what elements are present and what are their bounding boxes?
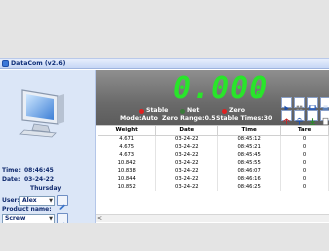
- product-select[interactable]: Screw ▼: [2, 214, 55, 223]
- edit-icon: [59, 204, 65, 210]
- mode-status: Mode:Auto: [120, 115, 158, 122]
- table-row[interactable]: 4.673 03-24-22 08:45:45 0: [98, 151, 329, 159]
- date-cell: 03-24-22: [155, 159, 219, 167]
- play-button[interactable]: [281, 97, 292, 112]
- table-row[interactable]: 4.671 03-24-22 08:45:12 0: [98, 135, 329, 143]
- time-cell: 08:45:55: [217, 159, 282, 167]
- table-row[interactable]: 4.675 03-24-22 08:45:21 0: [98, 143, 329, 151]
- date-cell: 03-24-22: [155, 143, 219, 151]
- time-cell: 08:46:07: [217, 167, 282, 175]
- user-select[interactable]: Alex ▼: [19, 196, 55, 206]
- time-cell: 08:45:45: [217, 151, 282, 159]
- left-panel: Time: 08:46:45 Date: 03-24-22 Thursday U…: [0, 70, 96, 223]
- weight-cell: 10.842: [98, 159, 157, 167]
- tare-cell: 0: [280, 143, 329, 151]
- weight-cell: 10.838: [98, 167, 157, 175]
- tare-button[interactable]: [294, 110, 305, 125]
- balance-button[interactable]: [281, 110, 292, 125]
- table-row[interactable]: 10.844 03-24-22 08:46:16 0: [98, 175, 329, 183]
- time-cell: 08:46:25: [217, 183, 282, 191]
- column-header-tare[interactable]: Tare: [280, 126, 329, 136]
- weekday-value: Thursday: [30, 185, 62, 192]
- weight-cell: 10.852: [98, 183, 157, 191]
- zero-range-status: Zero Range:0.5: [162, 115, 216, 122]
- column-header-time[interactable]: Time: [217, 126, 282, 136]
- date-cell: 03-24-22: [155, 135, 219, 143]
- user-select-value: Alex: [22, 197, 37, 204]
- tare-cell: 0: [280, 151, 329, 159]
- product-select-value: Screw: [5, 215, 26, 222]
- date-cell: 03-24-22: [155, 175, 219, 183]
- save-button[interactable]: [307, 97, 318, 112]
- tare-cell: 0: [280, 183, 329, 191]
- user-edit-button[interactable]: [57, 195, 68, 210]
- chevron-down-icon[interactable]: ▼: [49, 216, 53, 222]
- product-edit-button[interactable]: [57, 213, 68, 223]
- window-title: DataCom (v2.6): [11, 60, 66, 67]
- time-cell: 08:46:16: [217, 175, 282, 183]
- date-cell: 03-24-22: [155, 167, 219, 175]
- edit-icon: [63, 222, 65, 223]
- time-cell: 08:45:12: [217, 135, 282, 143]
- computer-icon: [19, 89, 64, 138]
- weight-display-panel: 0.000 g Stable Net Zero Mode:Auto Zero R…: [96, 70, 329, 126]
- scroll-left-arrow-icon[interactable]: <: [97, 215, 102, 222]
- print-button[interactable]: [320, 97, 329, 111]
- table-row[interactable]: 10.838 03-24-22 08:46:07 0: [98, 167, 329, 175]
- table-row[interactable]: 10.842 03-24-22 08:45:55 0: [98, 159, 329, 167]
- grid-button[interactable]: [294, 97, 305, 112]
- tare-cell: 0: [280, 159, 329, 167]
- title-bar[interactable]: DataCom (v2.6): [0, 59, 329, 69]
- date-label: Date:: [2, 176, 21, 183]
- time-label: Time:: [2, 167, 21, 174]
- stable-times-status: Stable Times:30: [216, 115, 273, 122]
- date-cell: 03-24-22: [155, 183, 219, 191]
- weight-readout: 0.000: [173, 71, 269, 106]
- weight-cell: 4.675: [98, 143, 157, 151]
- document-button[interactable]: [320, 110, 329, 126]
- tare-cell: 0: [280, 135, 329, 143]
- date-cell: 03-24-22: [155, 151, 219, 159]
- horizontal-scrollbar[interactable]: <: [96, 214, 329, 222]
- weight-cell: 10.844: [98, 175, 157, 183]
- date-value: 03-24-22: [24, 176, 55, 183]
- column-header-date[interactable]: Date: [155, 126, 219, 136]
- weight-cell: 4.673: [98, 151, 157, 159]
- user-label: User:: [2, 197, 20, 204]
- tare-cell: 0: [280, 167, 329, 175]
- unit-label: g: [256, 88, 264, 99]
- tare-cell: 0: [280, 175, 329, 183]
- app-icon: [2, 60, 9, 67]
- data-table[interactable]: Weight Date Time Tare 4.671 03-24-22 08:…: [96, 125, 329, 214]
- download-button[interactable]: [307, 110, 318, 125]
- time-cell: 08:45:21: [217, 143, 282, 151]
- weight-cell: 4.671: [98, 135, 157, 143]
- chevron-down-icon[interactable]: ▼: [49, 198, 53, 204]
- product-label: Product name:: [2, 206, 52, 213]
- column-header-weight[interactable]: Weight: [98, 126, 157, 136]
- table-header-row: Weight Date Time Tare: [98, 126, 329, 136]
- time-value: 08:46:45: [24, 167, 54, 174]
- app-window: DataCom (v2.6) Time: 08:46:45 Date: 03-2…: [0, 58, 329, 223]
- table-row[interactable]: 10.852 03-24-22 08:46:25 0: [98, 183, 329, 191]
